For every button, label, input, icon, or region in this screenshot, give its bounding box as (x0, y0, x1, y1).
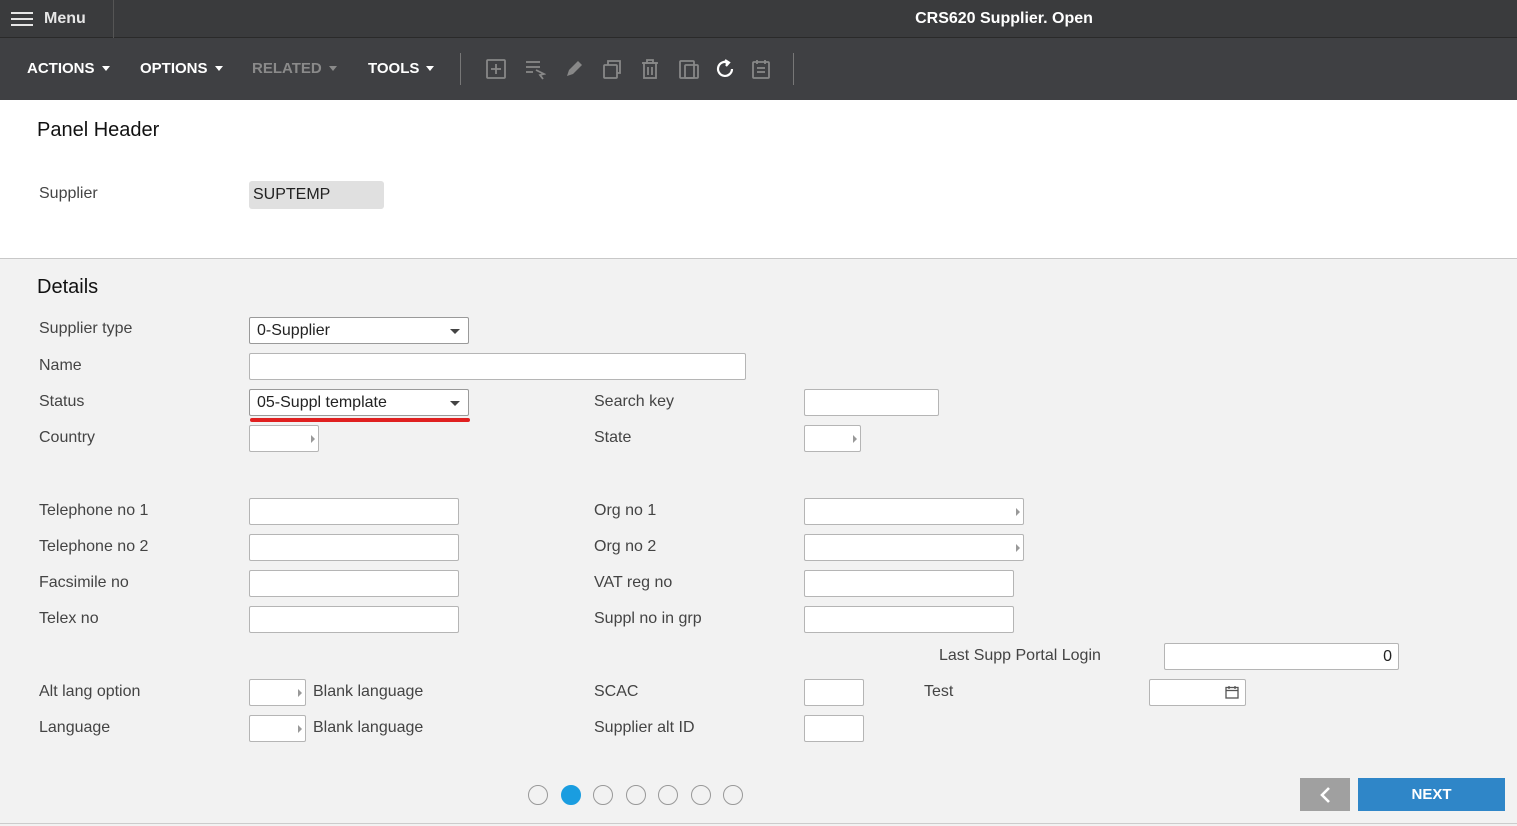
supplier-label: Supplier (39, 185, 98, 202)
select-icon[interactable] (524, 58, 547, 80)
previous-button[interactable] (1300, 778, 1350, 811)
dropdown-arrow-icon (450, 401, 460, 406)
status-label: Status (39, 393, 85, 410)
top-bar: Menu CRS620 Supplier. Open (0, 0, 1517, 38)
toolbar-divider (460, 53, 461, 85)
bottom-divider (0, 823, 1517, 824)
toolbar: ACTIONS OPTIONS RELATED TOOLS (0, 38, 1517, 100)
scac-label: SCAC (594, 683, 639, 700)
chevron-down-icon (328, 66, 337, 71)
related-menu-label: RELATED (252, 60, 322, 77)
browse-arrow-icon (853, 435, 857, 443)
org-no-2-input[interactable] (804, 534, 1024, 561)
name-input[interactable] (249, 353, 746, 380)
hamburger-icon (11, 11, 33, 27)
alt-lang-input[interactable] (249, 679, 306, 706)
browse-arrow-icon (298, 689, 302, 697)
last-portal-login-label: Last Supp Portal Login (939, 647, 1101, 664)
refresh-icon[interactable] (714, 58, 736, 80)
vat-reg-label: VAT reg no (594, 574, 673, 591)
page-dot-7[interactable] (723, 785, 743, 805)
vat-reg-input[interactable] (804, 570, 1014, 597)
tools-menu-label: TOOLS (368, 60, 420, 77)
status-select[interactable]: 05-Suppl template (249, 389, 469, 416)
options-menu[interactable]: OPTIONS (140, 60, 223, 77)
edit-icon[interactable] (563, 58, 585, 80)
menu-label: Menu (44, 10, 86, 27)
browse-arrow-icon (311, 435, 315, 443)
alt-lang-description: Blank language (313, 683, 424, 700)
add-icon[interactable] (485, 58, 507, 80)
supplier-type-label: Supplier type (39, 320, 133, 337)
language-description: Blank language (313, 719, 424, 736)
facsimile-input[interactable] (249, 570, 459, 597)
country-label: Country (39, 429, 96, 446)
page-dot-4[interactable] (626, 785, 646, 805)
test-date-input[interactable] (1149, 679, 1246, 706)
telephone-2-label: Telephone no 2 (39, 538, 149, 555)
country-input[interactable] (249, 425, 319, 452)
chevron-down-icon (214, 66, 223, 71)
browse-arrow-icon (1016, 508, 1020, 516)
actions-menu[interactable]: ACTIONS (27, 60, 110, 77)
supplier-type-select[interactable]: 0-Supplier (249, 317, 469, 344)
supplier-alt-id-label: Supplier alt ID (594, 719, 695, 736)
browse-arrow-icon (298, 725, 302, 733)
suppl-no-grp-input[interactable] (804, 606, 1014, 633)
suppl-no-grp-label: Suppl no in grp (594, 610, 702, 627)
org-no-2-label: Org no 2 (594, 538, 657, 555)
page-dot-6[interactable] (691, 785, 711, 805)
facsimile-label: Facsimile no (39, 574, 129, 591)
search-key-input[interactable] (804, 389, 939, 416)
next-button[interactable]: NEXT (1358, 778, 1505, 811)
alt-lang-label: Alt lang option (39, 683, 141, 700)
browse-arrow-icon (1016, 544, 1020, 552)
chevron-left-icon (1320, 786, 1330, 803)
scac-input[interactable] (804, 679, 864, 706)
related-menu[interactable]: RELATED (252, 60, 337, 77)
page-dot-5[interactable] (658, 785, 678, 805)
actions-menu-label: ACTIONS (27, 60, 95, 77)
panel-header: Panel Header Supplier SUPTEMP (0, 100, 1517, 259)
chevron-down-icon (426, 66, 435, 71)
toolbar-divider (793, 53, 794, 85)
telephone-2-input[interactable] (249, 534, 459, 561)
language-input[interactable] (249, 715, 306, 742)
notes-icon[interactable] (750, 58, 772, 80)
highlight-underline (250, 418, 470, 422)
language-label: Language (39, 719, 111, 736)
duplicate-icon[interactable] (678, 58, 700, 80)
supplier-alt-id-input[interactable] (804, 715, 864, 742)
details-title: Details (37, 276, 99, 298)
tools-menu[interactable]: TOOLS (368, 60, 435, 77)
state-label: State (594, 429, 632, 446)
app-title: CRS620 Supplier. Open (915, 10, 1093, 27)
search-key-label: Search key (594, 393, 675, 410)
last-portal-login-input[interactable] (1164, 643, 1399, 670)
telephone-1-input[interactable] (249, 498, 459, 525)
status-value: 05-Suppl template (257, 394, 387, 411)
test-label: Test (924, 683, 954, 700)
calendar-icon[interactable] (1225, 685, 1239, 699)
org-no-1-input[interactable] (804, 498, 1024, 525)
telex-input[interactable] (249, 606, 459, 633)
copy-icon[interactable] (601, 58, 623, 80)
org-no-1-label: Org no 1 (594, 502, 657, 519)
menu-button[interactable]: Menu (0, 0, 114, 38)
telephone-1-label: Telephone no 1 (39, 502, 149, 519)
panel-header-title: Panel Header (37, 119, 160, 141)
page-dot-1[interactable] (528, 785, 548, 805)
chevron-down-icon (101, 66, 110, 71)
supplier-value: SUPTEMP (249, 181, 384, 209)
options-menu-label: OPTIONS (140, 60, 208, 77)
dropdown-arrow-icon (450, 329, 460, 334)
page-dot-3[interactable] (593, 785, 613, 805)
supplier-type-value: 0-Supplier (257, 322, 330, 339)
page-dot-2[interactable] (561, 785, 581, 805)
delete-icon[interactable] (639, 58, 661, 80)
telex-label: Telex no (39, 610, 99, 627)
state-input[interactable] (804, 425, 861, 452)
name-label: Name (39, 357, 82, 374)
